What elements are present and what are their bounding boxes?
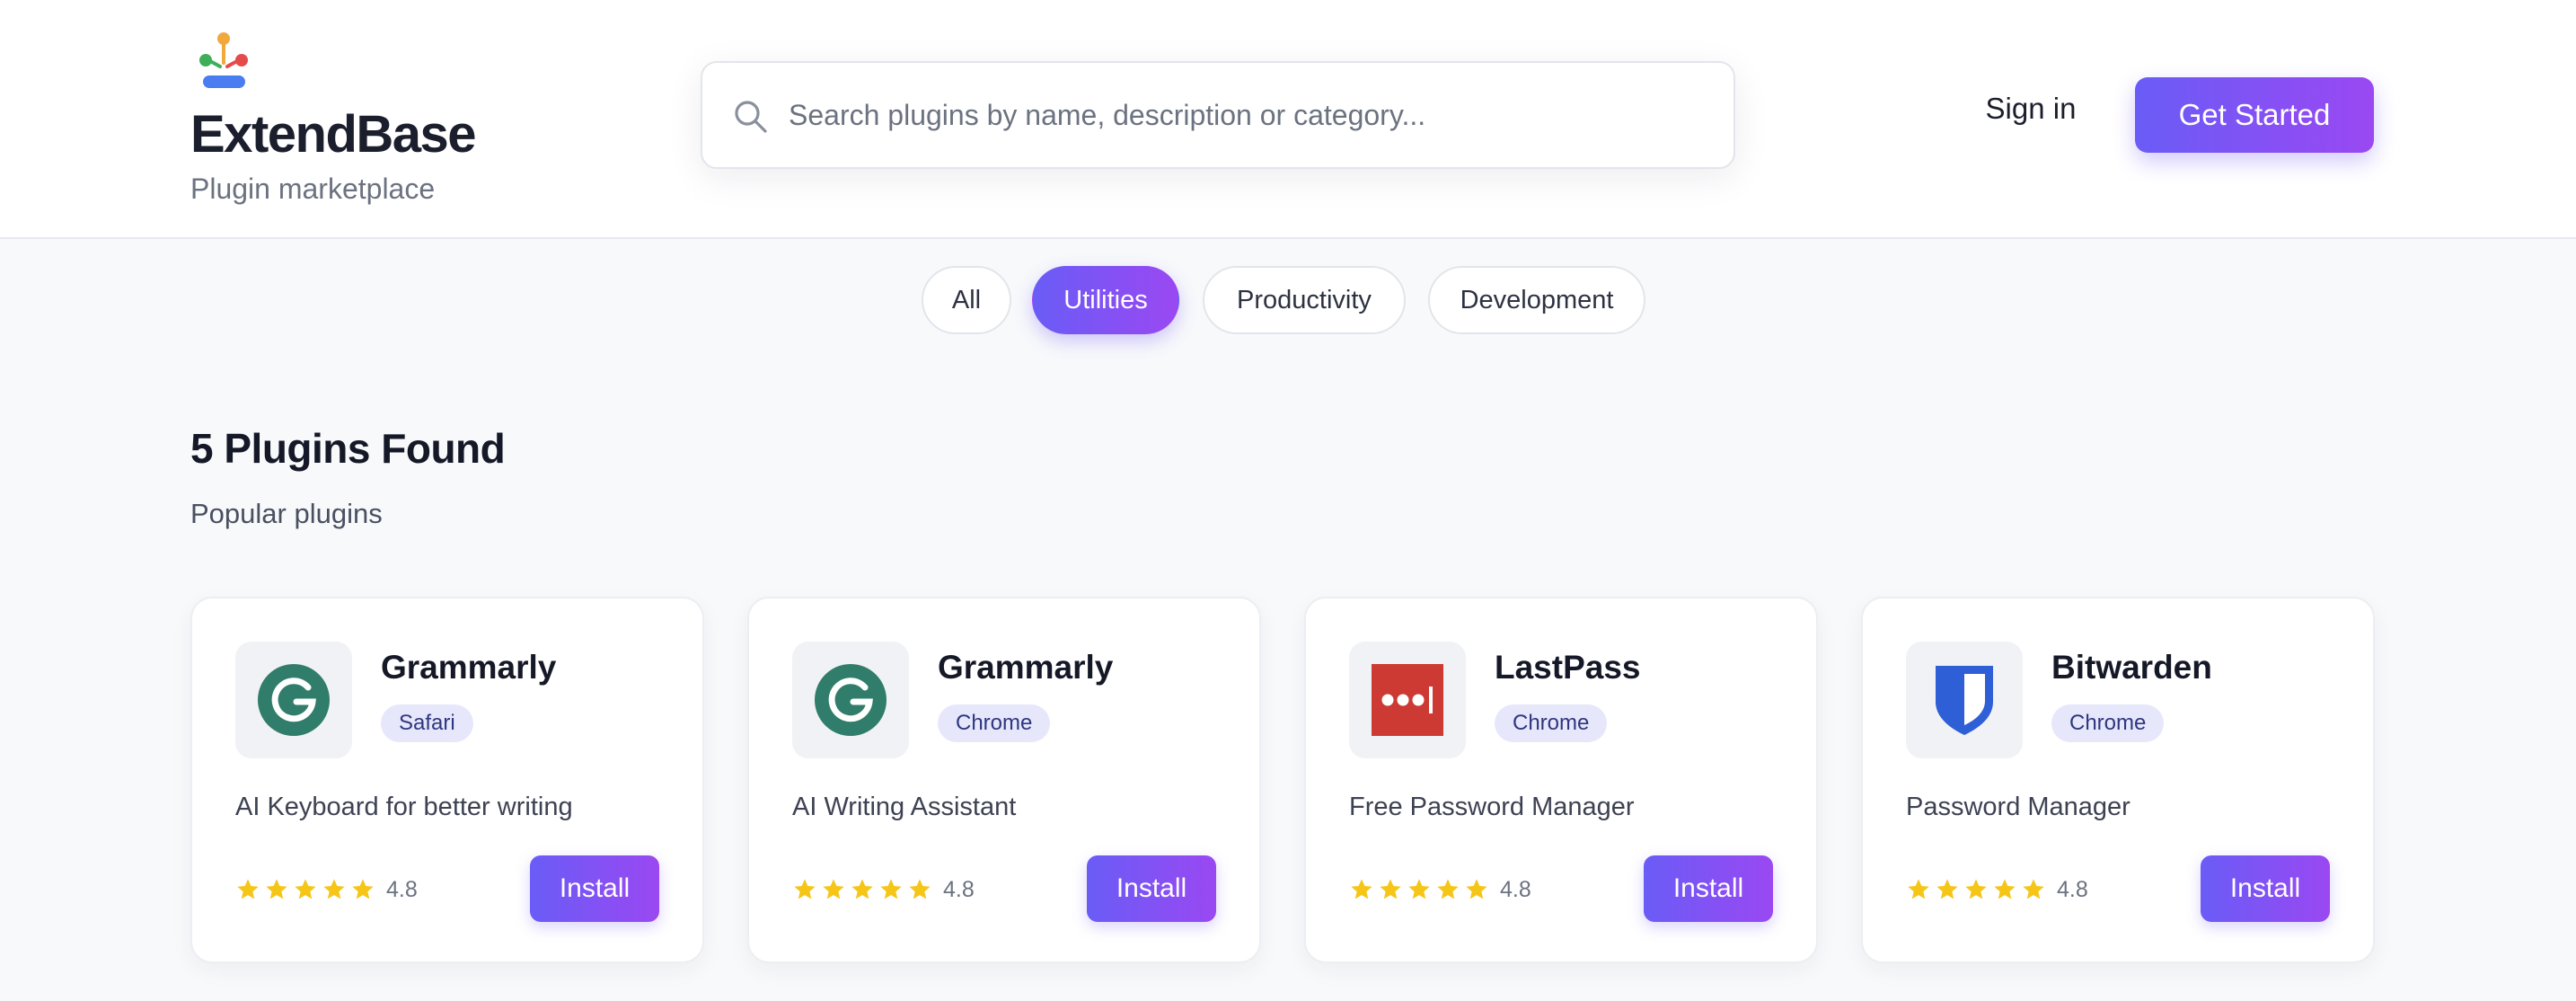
star-icon: [1965, 879, 1987, 899]
plugin-icon-tile: [235, 642, 352, 758]
brand-subtitle: Plugin marketplace: [190, 173, 436, 205]
rating-value: 4.8: [386, 876, 418, 902]
star-icon: [1437, 879, 1459, 899]
rating-value: 4.8: [2057, 876, 2088, 902]
plugin-name[interactable]: Bitwarden: [2051, 649, 2212, 687]
star-icon: [851, 879, 873, 899]
filter-chip-development[interactable]: Development: [1428, 266, 1645, 334]
rating: 4.8: [1349, 873, 1531, 906]
star-icon: [352, 879, 374, 899]
bitwarden-shield-icon: [1936, 666, 1993, 735]
star-icon: [323, 879, 345, 899]
plugin-icon-tile: [1349, 642, 1466, 758]
browser-badge: Safari: [381, 704, 473, 742]
star-icon: [266, 879, 287, 899]
plugin-card[interactable]: Bitwarden Chrome Password Manager 4.8 In…: [1861, 597, 2375, 963]
search-input[interactable]: [789, 81, 1714, 149]
plugin-card[interactable]: Grammarly Chrome AI Writing Assistant 4.…: [747, 597, 1261, 963]
star-icon: [1351, 879, 1372, 899]
plugin-description: AI Writing Assistant: [792, 793, 1017, 821]
star-icon: [1380, 879, 1401, 899]
rating: 4.8: [235, 873, 418, 906]
install-button[interactable]: Install: [530, 855, 659, 922]
plugin-card[interactable]: Grammarly Safari AI Keyboard for better …: [190, 597, 704, 963]
filter-chip-utilities[interactable]: Utilities: [1032, 266, 1179, 334]
star-icon: [1908, 879, 1929, 899]
browser-badge: Chrome: [1495, 704, 1608, 742]
filter-chip-all[interactable]: All: [922, 266, 1011, 334]
get-started-button[interactable]: Get Started: [2135, 77, 2374, 153]
plugin-name[interactable]: Grammarly: [938, 649, 1113, 687]
plugin-description: Free Password Manager: [1349, 793, 1635, 821]
star-icon: [1936, 879, 1958, 899]
results-subtitle: Popular plugins: [190, 498, 383, 529]
brand[interactable]: ExtendBase Plugin marketplace: [190, 31, 477, 205]
install-button[interactable]: Install: [1644, 855, 1773, 922]
grammarly-icon: [258, 664, 330, 736]
marketplace-logo-icon: [199, 32, 248, 88]
install-button[interactable]: Install: [2201, 855, 2330, 922]
star-icon: [794, 879, 816, 899]
plugin-description: AI Keyboard for better writing: [235, 793, 573, 821]
results-title: 5 Plugins Found: [190, 425, 506, 472]
star-icon: [1466, 879, 1487, 899]
rating-value: 4.8: [943, 876, 975, 902]
star-icon: [880, 879, 902, 899]
rating: 4.8: [792, 873, 975, 906]
search-icon: [735, 101, 767, 133]
star-icon: [1408, 879, 1430, 899]
browser-badge: Chrome: [2051, 704, 2165, 742]
star-icon: [823, 879, 844, 899]
rating-value: 4.8: [1500, 876, 1531, 902]
top-header: ExtendBase Plugin marketplace Sign in Ge…: [0, 0, 2576, 239]
plugin-card[interactable]: LastPass Chrome Free Password Manager 4.…: [1304, 597, 1818, 963]
plugin-name[interactable]: Grammarly: [381, 649, 556, 687]
filter-chip-productivity[interactable]: Productivity: [1203, 266, 1406, 334]
sign-in-link[interactable]: Sign in: [1972, 92, 2089, 126]
search-box[interactable]: [701, 61, 1735, 169]
plugin-name[interactable]: LastPass: [1495, 649, 1641, 687]
star-icon: [909, 879, 931, 899]
brand-name: ExtendBase: [190, 105, 477, 164]
star-icon: [2023, 879, 2044, 899]
install-button[interactable]: Install: [1087, 855, 1216, 922]
star-icon: [1994, 879, 2016, 899]
plugin-description: Password Manager: [1906, 793, 2130, 821]
browser-badge: Chrome: [938, 704, 1051, 742]
plugin-icon-tile: [1906, 642, 2023, 758]
rating: 4.8: [1906, 873, 2088, 906]
plugin-icon-tile: [792, 642, 909, 758]
star-icon: [237, 879, 259, 899]
star-icon: [295, 879, 316, 899]
grammarly-icon: [815, 664, 887, 736]
lastpass-icon: [1372, 664, 1443, 736]
